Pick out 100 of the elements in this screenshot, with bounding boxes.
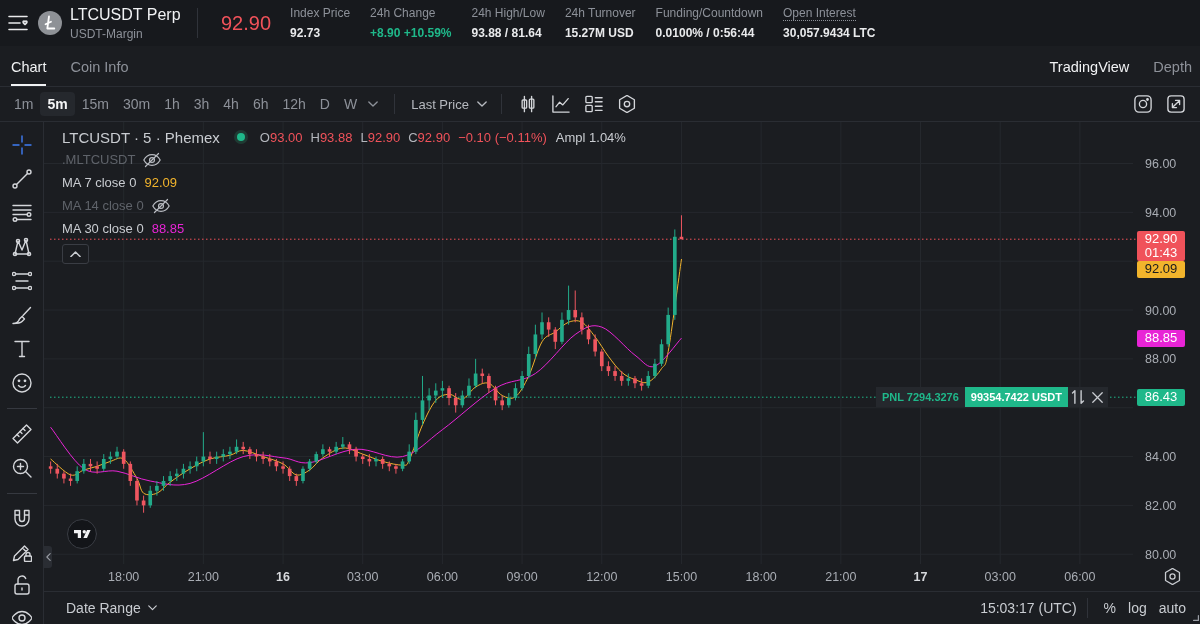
interval-tab[interactable]: 1m <box>7 92 41 116</box>
candle <box>526 346 531 379</box>
scale-option[interactable]: auto <box>1152 600 1192 616</box>
candle <box>679 214 684 240</box>
price-axis-label: 94.00 <box>1145 205 1177 220</box>
stat-label: Open Interest <box>783 6 856 21</box>
tab[interactable]: Chart <box>11 46 47 86</box>
collapse-legend-button[interactable] <box>62 244 89 264</box>
interval-tab[interactable]: 6h <box>245 92 276 116</box>
resize-corner-icon <box>1193 615 1199 621</box>
candle <box>666 307 670 348</box>
zoom-in-icon <box>11 458 32 478</box>
indicator-name: MA 14 close 0 <box>62 198 144 213</box>
interval-tab[interactable]: D <box>312 92 337 116</box>
chevron-down-icon <box>147 605 157 611</box>
time-axis-label: 06:00 <box>1064 570 1096 584</box>
interval-tab[interactable]: 1h <box>157 92 187 116</box>
candle <box>394 463 398 475</box>
candle <box>540 312 544 340</box>
time-axis-label: 18:00 <box>108 570 140 584</box>
candle <box>108 451 113 465</box>
interval-tab[interactable]: 12h <box>275 92 313 116</box>
status-dot-icon <box>233 130 248 144</box>
price-axis-label: 96.00 <box>1145 157 1177 171</box>
reverse-position-button[interactable] <box>1068 387 1088 408</box>
chevron-left-icon <box>45 553 51 561</box>
candle <box>48 460 53 475</box>
interval-tab[interactable]: 4h <box>216 92 246 116</box>
candle <box>626 373 631 387</box>
candle <box>400 458 405 472</box>
view-tab[interactable]: TradingView <box>1049 46 1130 86</box>
candle <box>341 436 345 450</box>
candle <box>287 465 292 482</box>
chevron-down-icon <box>477 101 487 107</box>
interval-tab[interactable]: W <box>336 92 365 116</box>
close-position-button[interactable] <box>1088 387 1108 408</box>
candle <box>560 312 564 345</box>
interval-tab[interactable]: 3h <box>186 92 217 116</box>
candle <box>274 458 279 472</box>
time-axis-label: 03:00 <box>347 570 379 584</box>
tab[interactable]: Coin Info <box>70 46 129 86</box>
collapse-toolbar-handle[interactable] <box>44 546 52 568</box>
candle <box>646 370 651 389</box>
clock-text: 15:03:17 (UTC) <box>980 600 1077 616</box>
candle <box>347 441 352 455</box>
candle <box>228 446 232 460</box>
eye-icon <box>11 608 32 624</box>
symbol-name[interactable]: LTCUSDT Perp <box>70 5 197 24</box>
list-icon <box>585 95 604 113</box>
time-axis-label: 16 <box>276 570 290 584</box>
interval-tab[interactable]: 30m <box>115 92 158 116</box>
indicator-name: .MLTCUSDT <box>62 152 136 167</box>
chart-settings-button[interactable] <box>1163 567 1181 585</box>
time-axis-label: 06:00 <box>426 570 459 584</box>
candle <box>234 438 239 455</box>
crosshair-icon <box>11 135 32 155</box>
candle <box>301 465 305 484</box>
last-price: 92.90 <box>221 11 272 35</box>
candle <box>447 385 451 406</box>
indicator-value: 92.09 <box>144 175 177 190</box>
candle <box>566 285 571 326</box>
candle <box>148 485 153 509</box>
time-axis-label: 09:00 <box>506 570 538 584</box>
logo-icon <box>67 519 97 549</box>
candle <box>88 458 93 472</box>
price-source-dropdown[interactable]: Last Price <box>407 92 491 116</box>
date-range-dropdown[interactable]: Date Range <box>66 600 157 616</box>
ohlc-label: O <box>259 129 270 145</box>
stat-label: Funding/Countdown <box>655 6 764 21</box>
candle <box>606 360 611 377</box>
menu-icon <box>8 15 28 31</box>
text-icon <box>11 339 32 359</box>
ohlc-value: 93.88 <box>319 129 353 145</box>
candle <box>493 385 498 406</box>
candle <box>221 448 226 462</box>
candle <box>599 348 604 372</box>
candle <box>135 478 139 506</box>
scale-option[interactable]: log <box>1122 600 1153 616</box>
stat-value: 30,057.9434 LTC <box>783 26 876 40</box>
candle <box>115 446 119 460</box>
menu-button[interactable] <box>8 15 28 31</box>
time-axis-label: 17 <box>913 570 928 584</box>
stat-value: 0.0100% / 0:56:44 <box>655 26 755 40</box>
candle <box>360 453 365 465</box>
candle <box>194 456 199 472</box>
candle <box>267 453 272 467</box>
line-chart-icon <box>552 95 571 113</box>
candle <box>121 448 126 470</box>
candle <box>407 443 412 465</box>
interval-tab[interactable]: 5m <box>40 92 75 116</box>
scale-option[interactable]: % <box>1097 600 1123 616</box>
time-axis-label: 03:00 <box>984 570 1016 584</box>
margin-type: USDT-Margin <box>70 26 144 41</box>
candle <box>75 465 80 484</box>
ohlc-label: L <box>360 129 368 145</box>
view-tab[interactable]: Depth <box>1153 46 1192 86</box>
candle <box>380 456 385 470</box>
interval-tab[interactable]: 15m <box>74 92 116 116</box>
candle <box>82 458 86 475</box>
time-axis-label: 12:00 <box>586 570 618 584</box>
